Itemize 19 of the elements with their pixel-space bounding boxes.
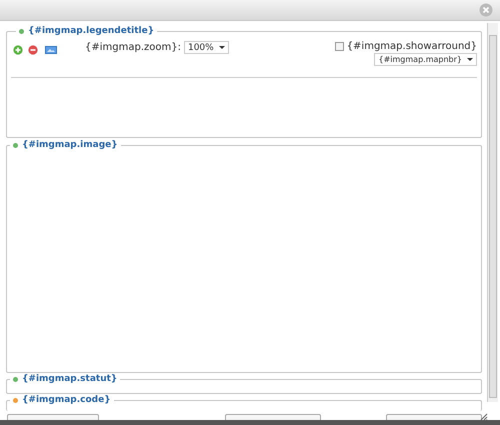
section-title: {#imgmap.statut} — [22, 374, 118, 385]
remove-icon[interactable] — [28, 45, 38, 55]
zoom-select[interactable]: 100% — [184, 41, 229, 54]
map-select[interactable]: {#imgmap.mapnbr} — [374, 53, 477, 66]
checkbox-label: {#imgmap.showarround} — [346, 41, 477, 52]
add-icon[interactable] — [13, 45, 23, 55]
bullet-icon — [13, 143, 18, 148]
section-title: {#imgmap.legendetitle} — [28, 26, 154, 37]
checkbox[interactable] — [334, 42, 344, 51]
bullet-icon — [19, 29, 24, 34]
image-icon[interactable] — [45, 46, 57, 54]
zoom-label: {#imgmap.zoom}: — [85, 42, 181, 53]
bullet-icon — [13, 398, 18, 403]
section-title: {#imgmap.image} — [22, 140, 118, 151]
section-title: {#imgmap.code} — [22, 395, 111, 406]
resize-grip-icon[interactable] — [480, 413, 488, 421]
close-icon[interactable] — [479, 3, 493, 17]
bullet-icon — [13, 377, 18, 382]
scrollbar[interactable] — [487, 23, 498, 402]
